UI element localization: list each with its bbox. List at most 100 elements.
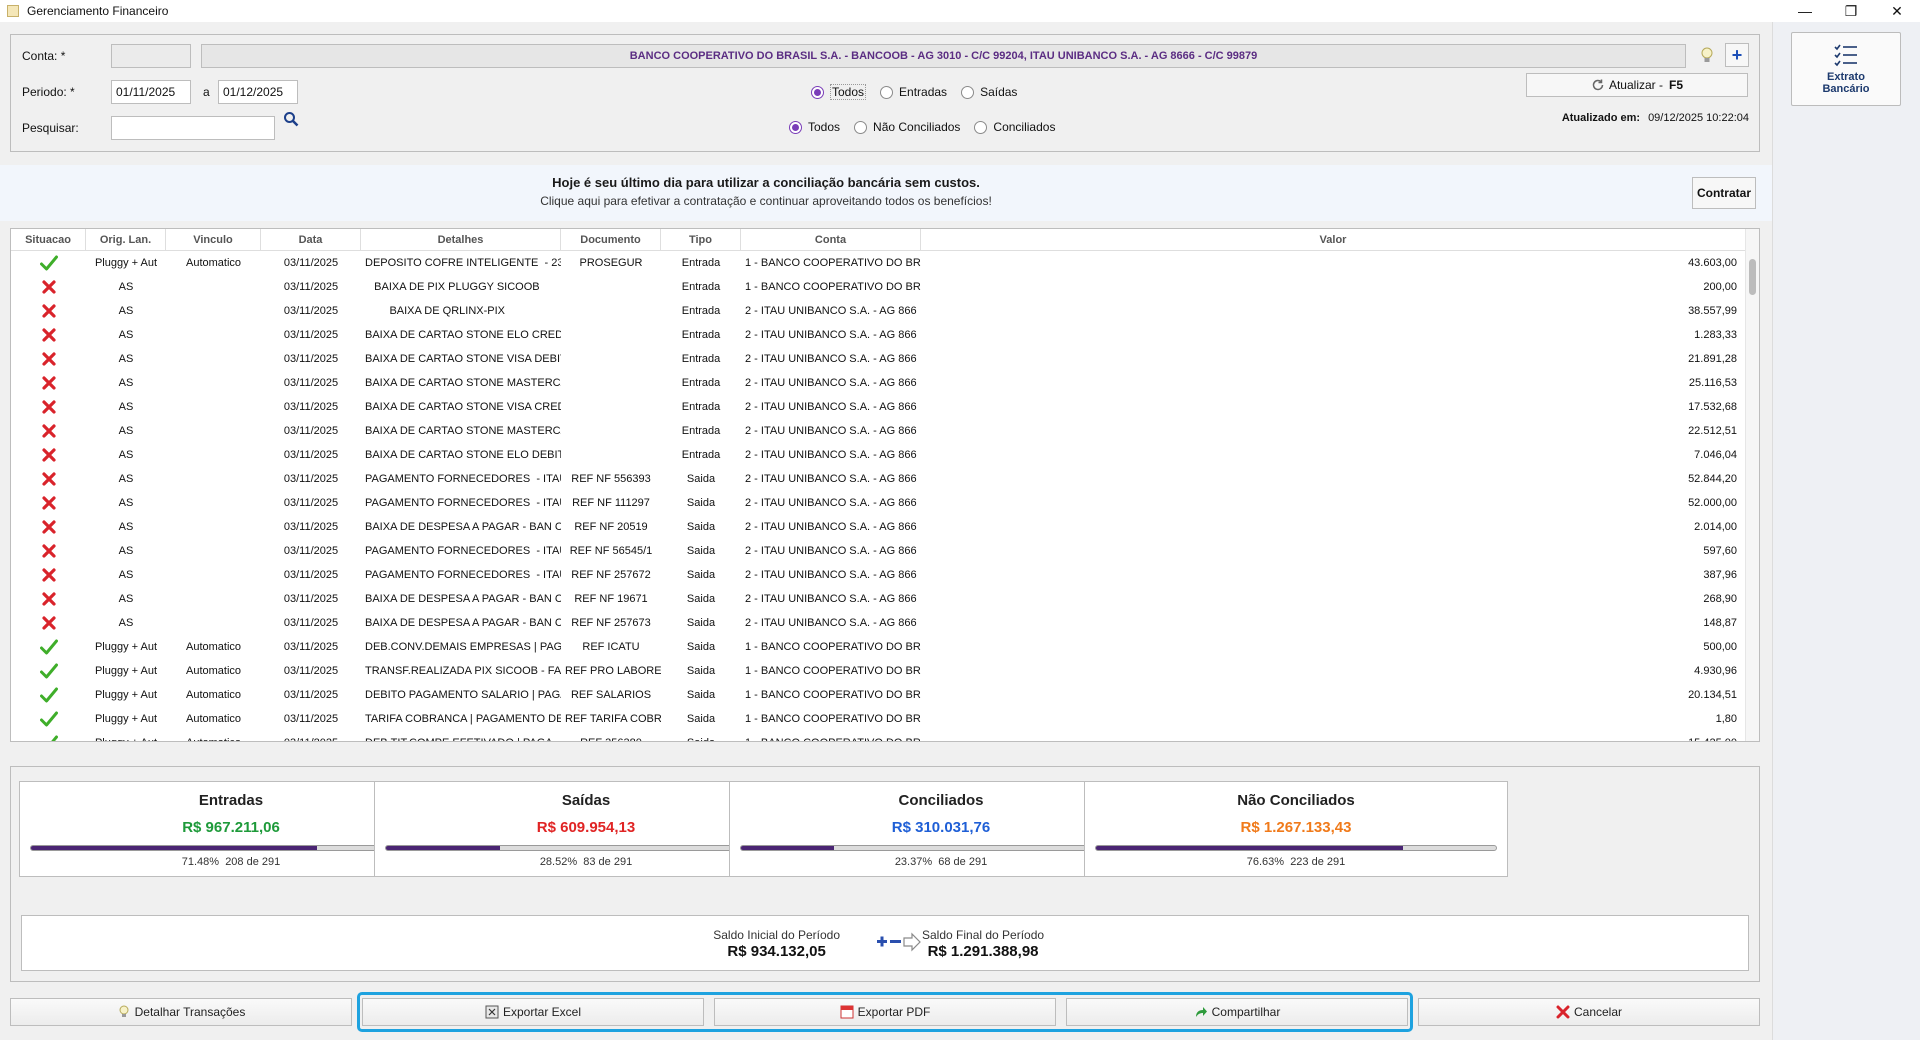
cell-doc: REF SALARIOS bbox=[570, 689, 652, 701]
table-row[interactable]: Pluggy + Aut Automatico 03/11/2025 DEB.CONV… bbox=[11, 635, 1745, 659]
search-icon[interactable] bbox=[283, 111, 299, 127]
table-row[interactable]: Pluggy + Aut Automatico 03/11/2025 TRANSF.R… bbox=[11, 659, 1745, 683]
col-valor[interactable]: Valor bbox=[921, 229, 1745, 251]
cell-vinc: Automatico bbox=[166, 737, 261, 741]
compartilhar-button[interactable]: Compartilhar bbox=[1066, 998, 1408, 1026]
table-row[interactable]: Pluggy + Aut Automatico 03/11/2025 DEPOSITO… bbox=[11, 251, 1745, 275]
col-detalhes[interactable]: Detalhes bbox=[361, 229, 561, 251]
cell-vinc: Automatico bbox=[185, 689, 242, 701]
col-situacao[interactable]: Situacao bbox=[11, 229, 86, 251]
cell-vinc: Automatico bbox=[185, 641, 242, 653]
lightbulb-icon[interactable] bbox=[1700, 47, 1714, 65]
conta-code-input[interactable] bbox=[111, 44, 191, 68]
table-row[interactable]: AS 03/11/2025 BAIXA DE CARTAO STONE ELO CR… bbox=[11, 323, 1745, 347]
cell-valor: 200,00 bbox=[1703, 281, 1737, 293]
close-icon[interactable]: ✕ bbox=[1874, 0, 1920, 22]
atualizar-button[interactable]: Atualizar - F5 bbox=[1526, 73, 1748, 97]
table-row[interactable]: AS 03/11/2025 BAIXA DE DESPESA A PAGAR - B… bbox=[11, 587, 1745, 611]
cancelar-button[interactable]: Cancelar bbox=[1418, 998, 1760, 1026]
periodo-start-input[interactable] bbox=[111, 80, 191, 104]
minimize-icon[interactable]: — bbox=[1782, 0, 1828, 22]
table-row[interactable]: AS 03/11/2025 PAGAMENTO FORNECEDORES - ITA… bbox=[11, 539, 1745, 563]
periodo-end-input[interactable] bbox=[218, 80, 298, 104]
updated-label: Atualizado em: bbox=[1561, 112, 1641, 124]
cell-conta: 2 - ITAU UNIBANCO S.A. - AG 866 bbox=[745, 617, 917, 629]
cell-conta: 2 - ITAU UNIBANCO S.A. - AG 866 bbox=[745, 545, 917, 557]
radio-conc-nao-conciliados[interactable]: Não Conciliados bbox=[854, 120, 960, 134]
col-conta[interactable]: Conta bbox=[741, 229, 921, 251]
table-row[interactable]: AS 03/11/2025 BAIXA DE PIX PLUGGY SICOOB E… bbox=[11, 275, 1745, 299]
cell-orig: AS bbox=[118, 545, 134, 557]
cell-conta: 2 - ITAU UNIBANCO S.A. - AG 866 bbox=[745, 473, 917, 485]
search-input[interactable] bbox=[111, 116, 275, 140]
x-mark-icon bbox=[41, 400, 56, 414]
table-row[interactable]: Pluggy + Aut Automatico 03/11/2025 TARIFA C… bbox=[11, 707, 1745, 731]
export-pdf-label: Exportar PDF bbox=[857, 1005, 931, 1019]
table-row[interactable]: AS 03/11/2025 BAIXA DE DESPESA A PAGAR - B… bbox=[11, 611, 1745, 635]
extrato-bancario-button[interactable]: Extrato Bancário bbox=[1791, 32, 1901, 106]
status-cell bbox=[11, 255, 86, 271]
cell-conta: 1 - BANCO COOPERATIVO DO BR bbox=[745, 641, 921, 653]
table-row[interactable]: AS 03/11/2025 PAGAMENTO FORNECEDORES - ITA… bbox=[11, 491, 1745, 515]
table-row[interactable]: AS 03/11/2025 PAGAMENTO FORNECEDORES - ITA… bbox=[11, 563, 1745, 587]
cell-vinc: Automatico bbox=[185, 665, 242, 677]
radio-tipo-saidas[interactable]: Saídas bbox=[961, 85, 1017, 99]
x-mark-icon bbox=[41, 424, 56, 438]
card-percent: 71.48% bbox=[181, 856, 220, 868]
radio-tipo-todos[interactable]: Todos bbox=[811, 84, 867, 100]
radio-conc-conciliados[interactable]: Conciliados bbox=[974, 120, 1055, 134]
cell-orig: AS bbox=[118, 377, 134, 389]
table-row[interactable]: AS 03/11/2025 BAIXA DE CARTAO STONE MASTER… bbox=[11, 371, 1745, 395]
table-row[interactable]: AS 03/11/2025 BAIXA DE CARTAO STONE ELO DE… bbox=[11, 443, 1745, 467]
cell-tipo: Entrada bbox=[681, 353, 721, 365]
extrato-label: Extrato Bancário bbox=[1822, 71, 1869, 95]
table-row[interactable]: AS 03/11/2025 BAIXA DE CARTAO STONE MASTER… bbox=[11, 419, 1745, 443]
export-pdf-button[interactable]: Exportar PDF bbox=[714, 998, 1056, 1026]
window-title: Gerenciamento Financeiro bbox=[27, 4, 169, 18]
restore-icon[interactable]: ❐ bbox=[1828, 0, 1874, 22]
table-row[interactable]: AS 03/11/2025 BAIXA DE QRLINX-PIX Entrada 2… bbox=[11, 299, 1745, 323]
x-mark-icon bbox=[41, 496, 56, 510]
saldo-final-value: R$ 1.291.388,98 bbox=[927, 943, 1039, 960]
contratar-button[interactable]: Contratar bbox=[1692, 177, 1756, 209]
grid-scrollbar[interactable] bbox=[1745, 229, 1759, 741]
card-count: 68 de 291 bbox=[938, 856, 988, 868]
banner-subtitle[interactable]: Clique aqui para efetivar a contratação … bbox=[0, 194, 1772, 208]
table-row[interactable]: Pluggy + AutAutomatico03/11/2025DEB.TIT.… bbox=[11, 731, 1745, 741]
table-row[interactable]: Pluggy + Aut Automatico 03/11/2025 DEBITO P… bbox=[11, 683, 1745, 707]
saldo-box: Saldo Inicial do Período R$ 934.132,05 S… bbox=[21, 915, 1749, 971]
export-excel-button[interactable]: Exportar Excel bbox=[362, 998, 704, 1026]
col-tipo[interactable]: Tipo bbox=[661, 229, 741, 251]
promo-banner[interactable]: Hoje é seu último dia para utilizar a co… bbox=[0, 165, 1772, 221]
cell-doc: REF TARIFA COBRA bbox=[565, 713, 661, 725]
cell-conta: 2 - ITAU UNIBANCO S.A. - AG 866 bbox=[745, 497, 917, 509]
table-row[interactable]: AS 03/11/2025 BAIXA DE CARTAO STONE VISA D… bbox=[11, 347, 1745, 371]
cell-data: 03/11/2025 bbox=[283, 425, 339, 437]
status-cell bbox=[11, 663, 86, 679]
table-row[interactable]: AS 03/11/2025 BAIXA DE CARTAO STONE VISA C… bbox=[11, 395, 1745, 419]
atualizar-key: F5 bbox=[1669, 78, 1684, 92]
radio-tipo-entradas[interactable]: Entradas bbox=[880, 85, 947, 99]
scrollbar-thumb[interactable] bbox=[1749, 259, 1756, 295]
check-icon bbox=[39, 255, 58, 271]
col-orig-lan[interactable]: Orig. Lan. bbox=[86, 229, 166, 251]
cell-valor: 7.046,04 bbox=[1694, 449, 1737, 461]
table-row[interactable]: AS 03/11/2025 PAGAMENTO FORNECEDORES - ITA… bbox=[11, 467, 1745, 491]
cell-orig: AS bbox=[118, 401, 134, 413]
cell-data: 03/11/2025 bbox=[283, 641, 339, 653]
cell-det: PAGAMENTO FORNECEDORES - ITAU bbox=[365, 569, 561, 581]
x-mark-icon bbox=[41, 328, 56, 342]
table-row[interactable]: AS 03/11/2025 BAIXA DE DESPESA A PAGAR - B… bbox=[11, 515, 1745, 539]
conta-display[interactable]: BANCO COOPERATIVO DO BRASIL S.A. - BANCO… bbox=[201, 44, 1686, 68]
add-account-button[interactable]: + bbox=[1725, 43, 1749, 67]
detalhar-button[interactable]: Detalhar Transações bbox=[10, 998, 352, 1026]
col-documento[interactable]: Documento bbox=[561, 229, 661, 251]
radio-conc-todos[interactable]: Todos bbox=[789, 120, 840, 134]
col-vinculo[interactable]: Vinculo bbox=[166, 229, 261, 251]
radio-label: Entradas bbox=[899, 85, 948, 99]
col-data[interactable]: Data bbox=[261, 229, 361, 251]
radio-label: Não Conciliados bbox=[873, 120, 961, 134]
cell-tipo: Entrada bbox=[681, 401, 721, 413]
cell-orig: AS bbox=[118, 593, 134, 605]
cell-tipo: Entrada bbox=[681, 425, 721, 437]
